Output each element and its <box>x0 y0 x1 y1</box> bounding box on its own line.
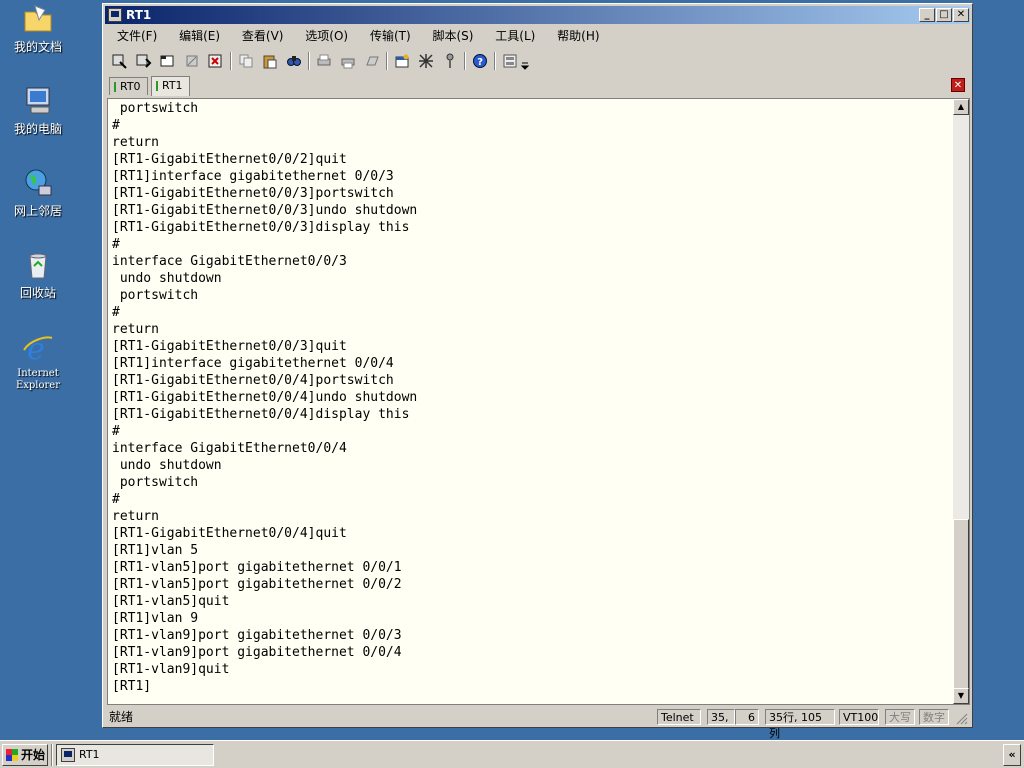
status-row: 35, <box>707 709 735 725</box>
toolbar-separator <box>386 52 388 70</box>
menu-transfer[interactable]: 传输(T) <box>364 26 417 46</box>
scroll-thumb[interactable] <box>953 519 969 690</box>
securecrt-window: RT1 _ □ ✕ 文件(F) 编辑(E) 查看(V) 选项(O) 传输(T) … <box>102 3 973 740</box>
reconnect-icon[interactable] <box>181 50 203 72</box>
toolbar-separator <box>308 52 310 70</box>
print-screen-icon[interactable] <box>361 50 383 72</box>
menu-bar: 文件(F) 编辑(E) 查看(V) 选项(O) 传输(T) 脚本(S) 工具(L… <box>105 26 970 46</box>
desktop-icon-recycle-bin[interactable]: 回收站 <box>6 248 70 300</box>
scroll-up-button[interactable]: ▲ <box>953 99 969 115</box>
screen-options-icon[interactable] <box>499 50 521 72</box>
menu-view[interactable]: 查看(V) <box>236 26 290 46</box>
resize-grip-icon[interactable] <box>956 713 968 725</box>
svg-text:e: e <box>27 332 45 364</box>
maximize-button[interactable]: □ <box>936 8 952 22</box>
svg-text:?: ? <box>477 57 483 68</box>
window-title: RT1 <box>126 8 152 22</box>
menu-script[interactable]: 脚本(S) <box>426 26 479 46</box>
quick-connect-icon[interactable] <box>133 50 155 72</box>
find-icon[interactable] <box>283 50 305 72</box>
tab-rt0[interactable]: RT0 <box>109 77 148 95</box>
desktop-icon-label: 回收站 <box>19 286 56 300</box>
status-protocol: Telnet <box>657 709 701 725</box>
connect-tab-icon[interactable] <box>157 50 179 72</box>
toolbar-separator <box>464 52 466 70</box>
computer-icon <box>21 84 55 118</box>
close-button[interactable]: ✕ <box>953 8 969 22</box>
desktop-icon-network-places[interactable]: 网上邻居 <box>6 166 70 218</box>
desktop-icon-my-computer[interactable]: 我的电脑 <box>6 84 70 136</box>
taskbar-item-label: RT1 <box>79 748 100 761</box>
windows-logo-icon <box>6 749 18 761</box>
close-tab-button[interactable]: ✕ <box>951 78 965 92</box>
connect-icon[interactable] <box>109 50 131 72</box>
print-setup-icon[interactable] <box>337 50 359 72</box>
session-options-icon[interactable] <box>391 50 413 72</box>
internet-explorer-icon: e <box>21 330 55 367</box>
status-size: 35行, 105列 <box>765 709 835 740</box>
menu-options[interactable]: 选项(O) <box>299 26 354 46</box>
tab-rt1[interactable]: RT1 <box>151 76 190 96</box>
desktop-icon-label: 网上邻居 <box>13 204 62 218</box>
taskbar-item-rt1[interactable]: RT1 <box>56 744 214 766</box>
start-button[interactable]: 开始 <box>2 744 48 766</box>
status-num: 数字 <box>919 709 949 725</box>
taskbar: 开始 RT1 « <box>0 740 1024 768</box>
folder-icon <box>21 2 55 36</box>
menu-help[interactable]: 帮助(H) <box>551 26 605 46</box>
scroll-down-button[interactable]: ▼ <box>953 688 969 704</box>
desktop-icon-internet-explorer[interactable]: e Internet Explorer <box>6 330 70 392</box>
app-icon <box>108 8 122 22</box>
status-col: 6 <box>735 709 759 725</box>
session-tabs: RT0 RT1 ✕ <box>107 76 968 96</box>
menu-file[interactable]: 文件(F) <box>111 26 163 46</box>
keymap-icon[interactable] <box>439 50 461 72</box>
app-icon <box>61 748 75 762</box>
desktop-icon-label: 我的文档 <box>13 40 62 54</box>
paste-icon[interactable] <box>259 50 281 72</box>
global-options-icon[interactable] <box>415 50 437 72</box>
toolbar: ? <box>109 48 968 74</box>
start-label: 开始 <box>21 748 46 762</box>
toolbar-separator <box>230 52 232 70</box>
status-caps: 大写 <box>885 709 915 725</box>
toolbar-separator <box>494 52 496 70</box>
toolbar-overflow-icon[interactable] <box>519 50 529 72</box>
desktop-icon-label: 我的电脑 <box>13 122 62 136</box>
title-bar[interactable]: RT1 _ □ ✕ <box>105 6 970 24</box>
desktop-icon-label: Internet Explorer <box>15 368 61 391</box>
menu-edit[interactable]: 编辑(E) <box>173 26 226 46</box>
network-icon <box>21 166 55 200</box>
tray-expand-button[interactable]: « <box>1003 744 1021 766</box>
status-bar: 就绪 Telnet 35, 6 35行, 105列 VT100 大写 数字 <box>105 707 970 740</box>
menu-tools[interactable]: 工具(L) <box>489 26 541 46</box>
minimize-button[interactable]: _ <box>919 8 935 22</box>
taskbar-separator <box>51 744 53 766</box>
status-ready: 就绪 <box>109 710 134 724</box>
disconnect-icon[interactable] <box>205 50 227 72</box>
copy-icon[interactable] <box>235 50 257 72</box>
terminal-text: portswitch # return [RT1-GigabitEthernet… <box>112 101 418 694</box>
terminal-output[interactable]: portswitch # return [RT1-GigabitEthernet… <box>107 98 953 705</box>
status-emulation: VT100 <box>839 709 879 725</box>
help-icon[interactable]: ? <box>469 50 491 72</box>
recycle-bin-icon <box>21 248 55 282</box>
desktop-icon-my-documents[interactable]: 我的文档 <box>6 2 70 54</box>
vertical-scrollbar[interactable]: ▲ ▼ <box>953 98 970 705</box>
print-icon[interactable] <box>313 50 335 72</box>
